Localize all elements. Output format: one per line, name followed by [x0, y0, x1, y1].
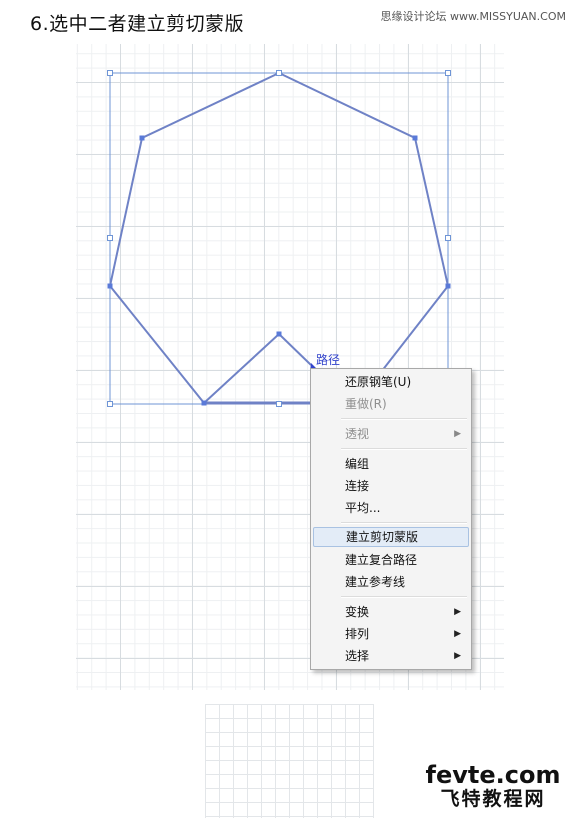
logo-name: 飞特教程网 [440, 788, 546, 810]
menu-separator [341, 448, 467, 450]
anchor-point[interactable] [139, 135, 145, 141]
site-logo: fevte.com 飞特教程网 [418, 762, 568, 810]
context-menu: 还原钢笔(U) 重做(R) 透视 ▶ 编组 连接 平均... 建立剪切蒙版 建立复… [310, 368, 472, 670]
menu-item-join[interactable]: 连接 [313, 476, 469, 496]
anchor-point[interactable] [445, 283, 451, 289]
menu-item-perspective: 透视 ▶ [313, 424, 469, 444]
submenu-arrow-icon: ▶ [454, 607, 461, 617]
artwork-layer [107, 70, 451, 797]
heptagon-path-right[interactable] [278, 72, 450, 377]
submenu-arrow-icon: ▶ [454, 629, 461, 639]
menu-separator [341, 522, 467, 524]
menu-item-redo: 重做(R) [313, 394, 469, 414]
menu-item-label: 连接 [345, 479, 370, 493]
menu-item-undo-pen[interactable]: 还原钢笔(U) [313, 372, 469, 392]
menu-item-label: 建立参考线 [345, 575, 406, 589]
anchor-point[interactable] [276, 331, 282, 337]
menu-item-select[interactable]: 选择 ▶ [313, 646, 469, 666]
anchor-point[interactable] [107, 283, 113, 289]
menu-item-group[interactable]: 编组 [313, 454, 469, 474]
path-hover-label: 路径 [316, 353, 341, 367]
menu-separator [341, 418, 467, 420]
menu-item-label: 平均... [345, 501, 381, 515]
menu-item-make-guides[interactable]: 建立参考线 [313, 572, 469, 592]
menu-item-average[interactable]: 平均... [313, 498, 469, 518]
result-thumbnail [205, 704, 374, 818]
menu-item-make-clipping-mask[interactable]: 建立剪切蒙版 [313, 527, 469, 547]
menu-item-label: 还原钢笔(U) [345, 375, 412, 389]
menu-item-label: 编组 [345, 457, 370, 471]
bounding-box-handles[interactable] [107, 70, 451, 407]
menu-item-label: 选择 [345, 649, 370, 663]
submenu-arrow-icon: ▶ [454, 429, 461, 439]
menu-item-label: 建立复合路径 [345, 553, 418, 567]
logo-domain: fevte.com [425, 761, 561, 789]
menu-item-label: 变换 [345, 605, 370, 619]
anchor-point[interactable] [201, 400, 207, 406]
menu-item-label: 透视 [345, 427, 370, 441]
menu-item-label: 排列 [345, 627, 370, 641]
menu-separator [341, 596, 467, 598]
heptagon-path-left[interactable] [108, 72, 312, 405]
menu-item-transform[interactable]: 变换 ▶ [313, 602, 469, 622]
menu-item-arrange[interactable]: 排列 ▶ [313, 624, 469, 644]
menu-item-label: 建立剪切蒙版 [346, 530, 419, 544]
menu-item-make-compound-path[interactable]: 建立复合路径 [313, 550, 469, 570]
selection-bounding-box [109, 72, 449, 405]
menu-item-label: 重做(R) [345, 397, 387, 411]
anchor-point[interactable] [412, 135, 418, 141]
submenu-arrow-icon: ▶ [454, 651, 461, 661]
